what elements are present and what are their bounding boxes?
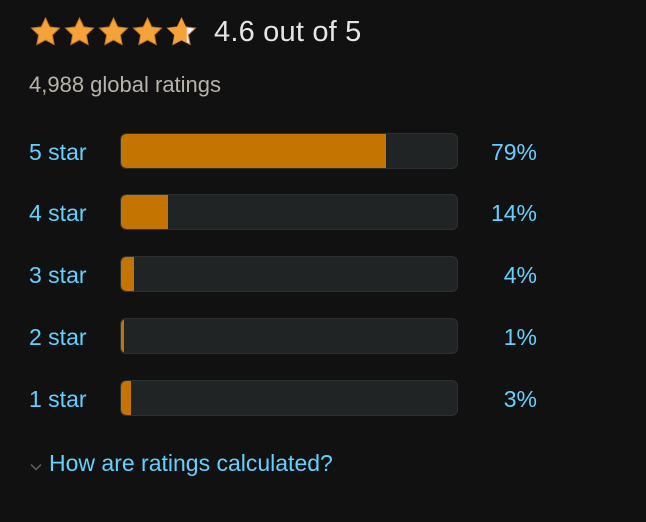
- rating-row-2-star[interactable]: 2 star 1%: [0, 317, 646, 357]
- rating-bar-track[interactable]: [120, 256, 458, 292]
- rating-row-percent[interactable]: 79%: [491, 139, 537, 166]
- rating-bar-track[interactable]: [120, 133, 458, 169]
- rating-bar-track[interactable]: [120, 318, 458, 354]
- rating-row-label[interactable]: 3 star: [29, 262, 87, 289]
- star-rating: [29, 15, 198, 49]
- rating-bar-fill: [121, 134, 386, 168]
- rating-bar-track[interactable]: [120, 194, 458, 230]
- ratings-summary-panel: 4.6 out of 5 4,988 global ratings 5 star…: [0, 0, 646, 522]
- rating-bar-track[interactable]: [120, 380, 458, 416]
- rating-row-label[interactable]: 4 star: [29, 200, 87, 227]
- ratings-calculation-link-text: How are ratings calculated?: [49, 450, 333, 476]
- rating-header: 4.6 out of 5: [29, 11, 362, 53]
- rating-bar-fill: [121, 257, 134, 291]
- star-full-icon: [98, 16, 129, 46]
- star-full-icon: [132, 16, 163, 46]
- rating-row-5-star[interactable]: 5 star 79%: [0, 132, 646, 172]
- rating-row-percent[interactable]: 3%: [504, 386, 537, 413]
- rating-row-percent[interactable]: 14%: [491, 200, 537, 227]
- global-ratings-count: 4,988 global ratings: [29, 72, 222, 97]
- rating-row-label[interactable]: 5 star: [29, 139, 87, 166]
- rating-row-percent[interactable]: 1%: [504, 324, 537, 351]
- rating-row-label[interactable]: 1 star: [29, 386, 87, 413]
- star-full-icon: [64, 16, 95, 46]
- rating-row-1-star[interactable]: 1 star 3%: [0, 379, 646, 419]
- rating-bar-fill: [121, 381, 131, 415]
- chevron-down-icon: [30, 463, 42, 471]
- rating-row-4-star[interactable]: 4 star 14%: [0, 193, 646, 233]
- ratings-calculation-link[interactable]: How are ratings calculated?: [29, 450, 333, 477]
- rating-row-3-star[interactable]: 3 star 4%: [0, 255, 646, 295]
- star-half-icon: [166, 16, 197, 46]
- rating-bar-fill: [121, 319, 124, 353]
- rating-row-percent[interactable]: 4%: [504, 262, 537, 289]
- rating-bar-fill: [121, 195, 168, 229]
- star-full-icon: [30, 16, 61, 46]
- rating-row-label[interactable]: 2 star: [29, 324, 87, 351]
- rating-value-text: 4.6 out of 5: [214, 15, 362, 48]
